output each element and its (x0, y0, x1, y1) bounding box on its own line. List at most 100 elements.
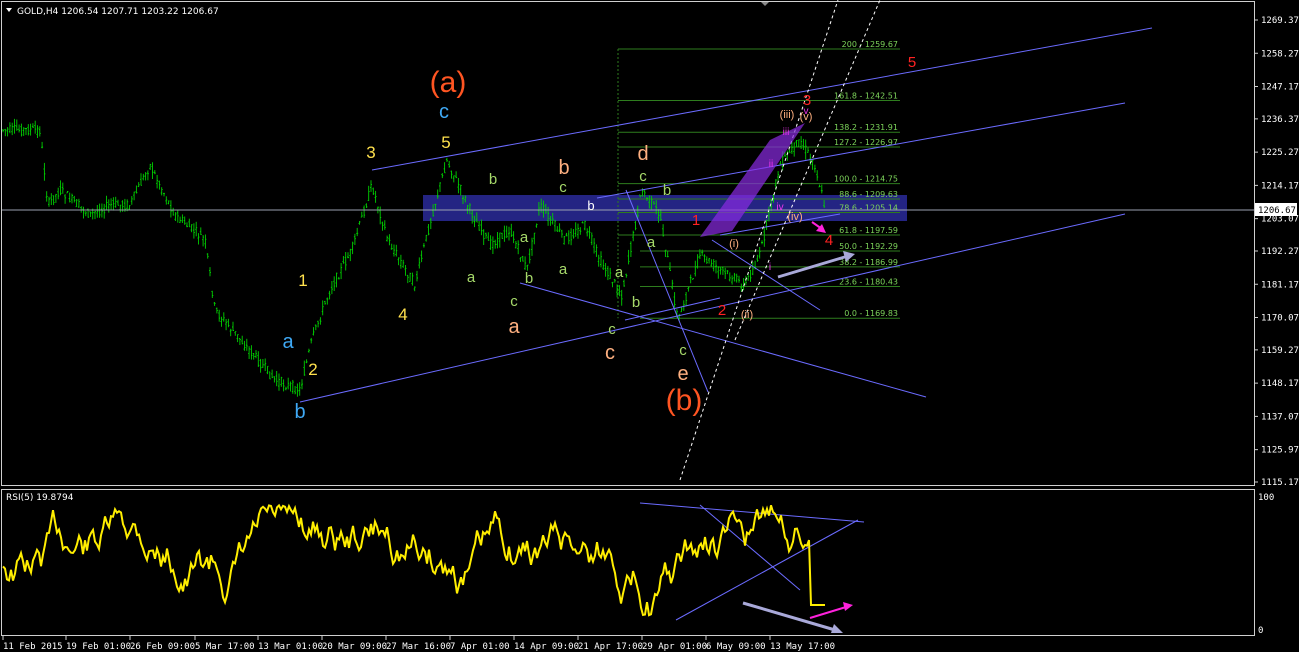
lower-channel-line (299, 213, 1126, 403)
wave-label: (a) (430, 66, 467, 99)
dashed-line-1 (679, 0, 839, 481)
fib-level-label: 161.8 - 1242.51 (834, 91, 898, 100)
time-axis: 11 Feb 2015 19 Feb 01:0026 Feb 09:00 5 Mar… (2, 636, 835, 652)
wave-label: 1 (298, 271, 307, 290)
time-tick-label: 13 May 17:00 (770, 642, 835, 652)
chart-canvas[interactable]: GOLD,H4 1206.54 1207.71 1203.22 1206.67 … (0, 0, 1299, 652)
time-tick-label: 5 Mar 17:00 (195, 642, 255, 652)
wave-label: 5 (908, 54, 916, 71)
wave-label: d (637, 143, 648, 165)
fib-level-label: 23.6 - 1180.43 (839, 277, 898, 286)
menu-triangle-icon[interactable] (6, 8, 12, 12)
descending-line (519, 282, 927, 398)
rsi-magenta-arrow-head (843, 602, 853, 611)
fib-level-label: 138.2 - 1231.91 (834, 123, 898, 132)
wave-label: a (647, 234, 656, 251)
time-tick-label: 20 Mar 09:00 (322, 642, 387, 652)
wave-label: (iv) (787, 211, 802, 223)
wave-label: c (605, 342, 615, 364)
wave-label: ii (769, 159, 773, 170)
time-tick-label: 13 Mar 01:00 (258, 642, 323, 652)
wave-label: b (489, 171, 497, 188)
wave-label: c (679, 342, 687, 359)
wave-label: a (615, 264, 624, 281)
wave-label: a (508, 316, 520, 338)
price-axis[interactable]: 1269.37 1258.27 1247.17 1236.37 1225.27 1214.… (1254, 16, 1299, 488)
wave-label: v (804, 106, 809, 117)
time-tick-label: 29 Apr 01:00 (642, 642, 707, 652)
price-tick-label: 1214.17 (1261, 181, 1299, 191)
wave-label: 4 (825, 232, 833, 249)
time-tick-label: 6 May 09:00 (706, 642, 766, 652)
wave-label: c (439, 101, 449, 123)
wave-label: a (467, 269, 476, 286)
rsi-gray-arrow-head (831, 624, 843, 633)
rsi-axis-100: 100 (1258, 493, 1274, 503)
wave-label: 1 (692, 212, 700, 229)
price-tick-label: 1258.27 (1261, 49, 1299, 59)
fib-level-label: 61.8 - 1197.59 (839, 226, 898, 235)
wave-label: 3 (366, 143, 375, 162)
wave-label: b (294, 401, 305, 423)
price-tick-label: 1159.27 (1261, 346, 1299, 356)
price-candles (2, 118, 826, 397)
wave-label: b (587, 198, 594, 213)
price-tick-label: 1170.07 (1261, 314, 1299, 324)
price-tick-label: 1225.27 (1261, 148, 1299, 158)
price-tick-label: 1148.17 (1261, 379, 1299, 389)
fib-level-label: 78.6 - 1205.14 (839, 203, 898, 212)
wave-label: b (663, 182, 671, 199)
wave-label: a (282, 331, 294, 353)
price-tick-label: 1125.97 (1261, 446, 1299, 456)
rsi-trend-lines (639, 502, 865, 621)
wave-label: e (677, 363, 688, 385)
rsi-axis-0: 0 (1258, 626, 1263, 636)
wave-label: i (769, 262, 771, 273)
rsi-panel[interactable] (1, 489, 1255, 636)
fib-level-label: 100.0 - 1214.75 (834, 175, 898, 184)
rsi-line (2, 503, 825, 617)
symbol-header: GOLD,H4 1206.54 1207.71 1203.22 1206.67 (17, 7, 219, 17)
current-price-label: 1206.67 (1258, 206, 1296, 216)
wave-label: 2 (308, 360, 317, 379)
price-tick-label: 1192.27 (1261, 247, 1299, 257)
price-tick-label: 1236.37 (1261, 115, 1299, 125)
fib-level-label: 50.0 - 1192.29 (839, 242, 898, 251)
rsi-magenta-arrow (809, 606, 847, 619)
wave-label: (iii) (780, 109, 795, 121)
wave-label: (i) (729, 238, 739, 250)
wave-label: b (558, 157, 569, 179)
wave-label: 5 (441, 133, 450, 152)
wave-label: 4 (398, 305, 407, 324)
wave-label: 2 (718, 302, 726, 319)
time-tick-label: 14 Apr 09:00 (514, 642, 579, 652)
rsi-trend-lower (675, 519, 859, 621)
price-tick-label: 1181.17 (1261, 280, 1299, 290)
time-tick-label: 11 Feb 2015 (3, 642, 63, 652)
wave-label: a (559, 261, 568, 278)
rsi-header: RSI(5) 19.8794 (6, 493, 74, 503)
wave-label: (b) (666, 384, 703, 417)
time-tick-label: 21 Apr 17:00 (578, 642, 643, 652)
scroll-marker-icon (761, 2, 769, 6)
wave-label: c (639, 168, 647, 185)
price-tick-label: 1247.17 (1261, 83, 1299, 93)
main-chart-panel[interactable] (1, 1, 1255, 486)
time-tick-label: 27 Mar 16:00 (386, 642, 451, 652)
wave-label: b (525, 270, 533, 287)
wave-label: iii (783, 127, 790, 138)
price-tick-label: 1115.17 (1261, 478, 1299, 488)
wave-label: (ii) (741, 309, 753, 321)
wave-label: c (559, 179, 567, 196)
time-tick-label: 19 Feb 01:00 (66, 642, 131, 652)
time-tick-label: 26 Feb 09:00 (130, 642, 195, 652)
rsi-trend-upper (639, 502, 865, 523)
time-tick-label: 7 Apr 01:00 (450, 642, 510, 652)
dashed-lines (679, 0, 881, 481)
wave-label: b (632, 294, 640, 311)
wave-label: c (608, 321, 616, 338)
price-tick-label: 1203.07 (1261, 215, 1299, 225)
fib-level-label: 0.0 - 1169.83 (844, 309, 898, 318)
rsi-gray-arrow (742, 601, 836, 632)
fib-level-label: 88.6 - 1209.63 (839, 190, 898, 199)
